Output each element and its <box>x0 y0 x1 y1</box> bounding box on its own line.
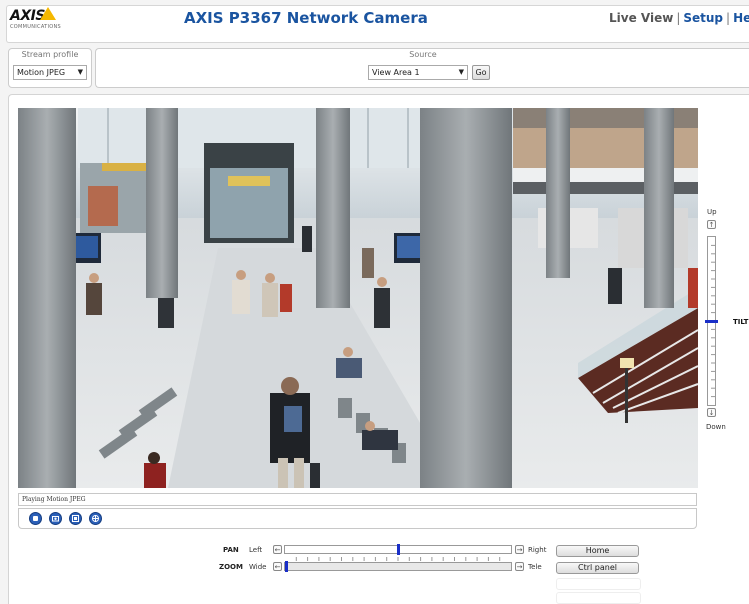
logo-tagline: COMMUNICATIONS <box>10 24 62 30</box>
zoom-tele-label: Tele <box>528 563 542 571</box>
ctrl-panel-button[interactable]: Ctrl panel <box>556 562 639 574</box>
snapshot-icon <box>52 516 59 522</box>
pan-right-arrow-icon[interactable]: → <box>515 545 524 554</box>
zoom-slider-track[interactable] <box>284 562 512 571</box>
source-panel: Source View Area 1 ▼ Go <box>95 48 749 88</box>
snapshot-button[interactable] <box>49 512 62 525</box>
fullscreen-button[interactable] <box>69 512 82 525</box>
video-controls-bar <box>18 508 697 529</box>
source-select[interactable]: View Area 1 ▼ <box>368 65 468 80</box>
zoom-wide-label: Wide <box>249 563 267 571</box>
tilt-slider-thumb[interactable] <box>705 320 718 323</box>
stream-profile-panel: Stream profile Motion JPEG ▼ <box>8 48 92 88</box>
dropdown-arrow-icon: ▼ <box>77 68 83 76</box>
fullscreen-icon <box>72 515 79 522</box>
source-label: Source <box>409 50 437 59</box>
stream-profile-label: Stream profile <box>21 50 79 59</box>
video-status-text: Playing Motion JPEG <box>22 496 86 503</box>
video-status-bar: Playing Motion JPEG <box>18 493 697 506</box>
stream-profile-select[interactable]: Motion JPEG ▼ <box>13 65 87 80</box>
tilt-up-arrow-icon[interactable]: ↑ <box>707 220 716 229</box>
setup-link[interactable]: Setup <box>683 11 723 25</box>
source-value: View Area 1 <box>372 68 420 77</box>
tilt-down-label: Down <box>706 423 726 431</box>
tilt-down-arrow-icon[interactable]: ↓ <box>707 408 716 417</box>
tilt-label: TILT <box>733 318 749 326</box>
zoom-tele-arrow-icon[interactable]: → <box>515 562 524 571</box>
zoom-wide-arrow-icon[interactable]: ← <box>273 562 282 571</box>
axis-logo-triangle-icon <box>40 7 56 20</box>
top-nav: Live View|Setup|Help <box>609 11 749 25</box>
home-button[interactable]: Home <box>556 545 639 557</box>
pan-ticks <box>295 557 501 561</box>
zoom-slider-thumb[interactable] <box>285 561 288 572</box>
stop-icon <box>33 516 38 521</box>
live-view-link[interactable]: Live View <box>609 11 673 25</box>
ptz-icon <box>92 515 99 522</box>
hidden-button <box>556 592 641 604</box>
tilt-up-label: Up <box>707 208 717 216</box>
camera-scene-image <box>18 108 698 488</box>
hidden-button <box>556 578 641 590</box>
dropdown-arrow-icon: ▼ <box>458 68 464 76</box>
zoom-label: ZOOM <box>219 563 243 571</box>
nav-separator: | <box>726 11 731 25</box>
stop-button[interactable] <box>29 512 42 525</box>
ptz-button[interactable] <box>89 512 102 525</box>
pan-slider-thumb[interactable] <box>397 544 400 555</box>
stream-profile-value: Motion JPEG <box>17 68 66 77</box>
help-link[interactable]: Help <box>733 11 749 25</box>
pan-label: PAN <box>223 546 239 554</box>
live-video-feed[interactable] <box>18 108 698 488</box>
pan-left-arrow-icon[interactable]: ← <box>273 545 282 554</box>
go-button[interactable]: Go <box>472 65 490 80</box>
pan-left-label: Left <box>249 546 263 554</box>
nav-separator: | <box>676 11 681 25</box>
page-title: AXIS P3367 Network Camera <box>184 9 428 27</box>
pan-right-label: Right <box>528 546 547 554</box>
